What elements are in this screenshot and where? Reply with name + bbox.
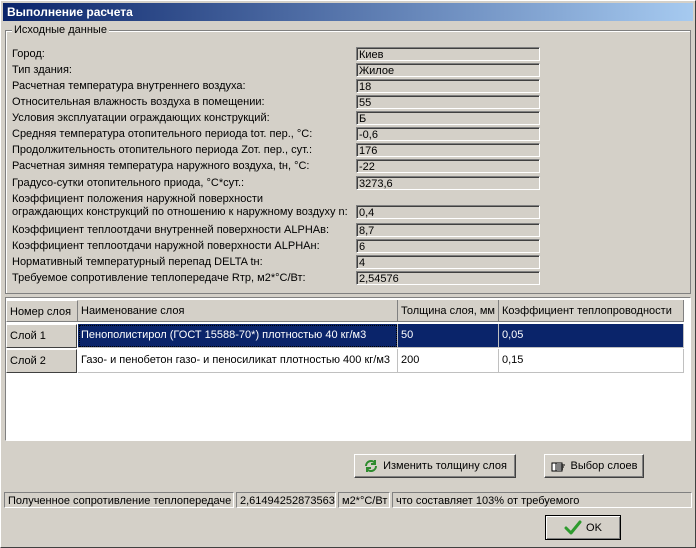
param-value-city: Киев	[356, 47, 540, 61]
param-label-degree-days: Градусо-сутки отопительного приода, °С*с…	[12, 177, 245, 189]
param-label-alpha-inner: Коэффициент теплоотдачи внутренней повер…	[12, 224, 330, 236]
input-data-group-title: Исходные данные	[12, 24, 109, 36]
row-header-layer-1[interactable]: Слой 1	[6, 324, 77, 348]
status-result-label: Полученное сопротивление теплопередаче	[4, 492, 234, 508]
param-value-conditions: Б	[356, 111, 540, 125]
layers-table[interactable]: Номер слоя Наименование слоя Толщина сло…	[5, 297, 691, 441]
param-label-position-coef-line1: Коэффициент положения наружной поверхнос…	[12, 193, 264, 205]
param-label-avg-temp: Средняя температура отопительного период…	[12, 128, 313, 140]
param-value-avg-temp: -0,6	[356, 127, 540, 141]
column-header-coef[interactable]: Коэффициент теплопроводности	[499, 300, 684, 322]
param-value-alpha-outer: 6	[356, 239, 540, 253]
select-layers-button[interactable]: Выбор слоев	[544, 454, 644, 478]
cell-layer-1-thickness[interactable]: 50	[398, 324, 499, 348]
ok-button[interactable]: OK	[545, 515, 621, 540]
param-label-delta-t: Нормативный температурный перепад DELTA …	[12, 256, 263, 268]
select-layers-label: Выбор слоев	[570, 460, 638, 472]
ok-label: OK	[586, 521, 602, 534]
param-value-building-type: Жилое	[356, 63, 540, 77]
checkmark-icon	[564, 520, 582, 536]
param-label-position-coef-line2: ограждающих конструкций по отношению к н…	[12, 206, 348, 218]
param-value-position-coef: 0,4	[356, 205, 540, 219]
status-result-value: 2,61494252873563	[236, 492, 336, 508]
param-value-period-duration: 176	[356, 143, 540, 157]
param-label-humidity: Относительная влажность воздуха в помеще…	[12, 96, 265, 108]
param-value-inner-temp: 18	[356, 79, 540, 93]
hand-pointer-icon	[551, 459, 567, 473]
param-value-humidity: 55	[356, 95, 540, 109]
change-thickness-button[interactable]: Изменить толщину слоя	[354, 454, 516, 478]
param-label-winter-temp: Расчетная зимняя температура наружного в…	[12, 160, 310, 172]
cell-layer-2-thickness[interactable]: 200	[398, 349, 499, 373]
column-header-name[interactable]: Наименование слоя	[78, 300, 398, 322]
param-label-conditions: Условия эксплуатации ограждающих констру…	[12, 112, 270, 124]
title-bar[interactable]: Выполнение расчета	[3, 3, 693, 21]
cell-layer-1-coef[interactable]: 0,05	[499, 324, 684, 348]
param-label-inner-temp: Расчетная температура внутреннего воздух…	[12, 80, 246, 92]
param-value-required-resistance: 2,54576	[356, 271, 540, 285]
status-result-note: что составляет 103% от требуемого	[392, 492, 692, 508]
cell-layer-2-coef[interactable]: 0,15	[499, 349, 684, 373]
param-value-alpha-inner: 8,7	[356, 223, 540, 237]
window-title: Выполнение расчета	[7, 5, 133, 19]
status-bar: Полученное сопротивление теплопередаче 2…	[2, 492, 692, 510]
status-result-unit: м2*°С/Вт	[338, 492, 390, 508]
column-header-number[interactable]: Номер слоя	[6, 300, 78, 322]
change-thickness-label: Изменить толщину слоя	[383, 460, 507, 472]
param-label-building-type: Тип здания:	[12, 64, 72, 76]
column-header-thickness[interactable]: Толщина слоя, мм	[398, 300, 499, 322]
param-label-required-resistance: Требуемое сопротивление теплопередаче Rт…	[12, 272, 306, 284]
cell-layer-1-name[interactable]: Пенополистирол (ГОСТ 15588-70*) плотност…	[78, 324, 398, 348]
param-label-alpha-outer: Коэффициент теплоотдачи наружной поверхн…	[12, 240, 320, 252]
param-label-period-duration: Продолжительность отопительного периода …	[12, 144, 313, 156]
refresh-icon	[363, 458, 379, 474]
param-value-winter-temp: -22	[356, 159, 540, 173]
row-header-layer-2[interactable]: Слой 2	[6, 349, 77, 373]
param-value-delta-t: 4	[356, 255, 540, 269]
param-label-city: Город:	[12, 48, 45, 60]
cell-layer-2-name[interactable]: Газо- и пенобетон газо- и пеносиликат пл…	[78, 349, 398, 373]
param-value-degree-days: 3273,6	[356, 176, 540, 190]
